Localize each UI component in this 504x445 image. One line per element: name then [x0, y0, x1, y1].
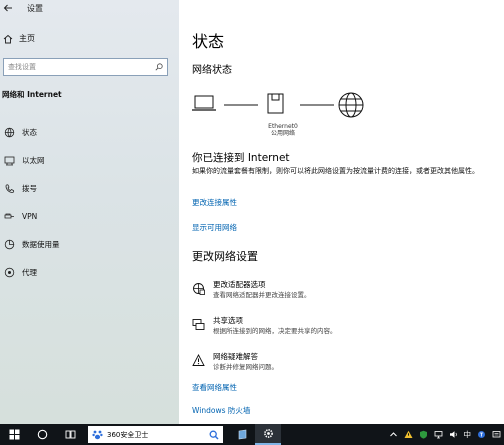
taskbar-search-input[interactable] [107, 430, 209, 439]
connected-description: 如果你的流量套餐有限制，则你可以将此网络设置为按流量计费的连接，或者更改其他属性… [192, 167, 479, 175]
data-usage-icon [4, 239, 15, 249]
option-troubleshoot[interactable]: 网络疑难解答 诊断并修复网络问题。 [192, 352, 278, 372]
ethernet-icon [4, 156, 15, 165]
globe-icon [338, 92, 364, 118]
laptop-icon [192, 95, 216, 111]
adapter-name: Ethernet0 [268, 123, 298, 130]
taskbar-app-settings[interactable] [255, 424, 281, 445]
sidebar-item-label: 状态 [22, 127, 37, 137]
sidebar: 设置 主页 网络和 Internet 状态 以太网 [0, 0, 179, 424]
option-title: 更改适配器选项 [213, 280, 266, 289]
windows-firewall-link[interactable]: Windows 防火墙 [192, 405, 250, 416]
sidebar-item-data-usage[interactable]: 数据使用量 [0, 230, 179, 258]
adapter-icon [193, 283, 205, 295]
gear-icon [263, 429, 273, 438]
chevron-up-icon[interactable] [389, 430, 398, 439]
task-view-icon [65, 430, 75, 439]
notification-icon[interactable] [492, 430, 501, 439]
vpn-icon [4, 213, 14, 218]
sidebar-item-vpn[interactable]: VPN [0, 202, 179, 230]
home-link[interactable]: 主页 [3, 33, 35, 44]
network-status-title: 网络状态 [192, 65, 232, 76]
search-icon[interactable] [155, 63, 163, 71]
search-icon[interactable] [209, 430, 219, 440]
nav-list: 状态 以太网 拨号 VPN 数据使用量 代理 [0, 118, 179, 286]
title-bar: 设置 [0, 0, 43, 16]
option-description: 查看网络适配器并更改连接设置。 [213, 291, 311, 299]
sidebar-item-label: 拨号 [22, 183, 37, 193]
connected-heading: 你已连接到 Internet [192, 152, 290, 164]
home-label: 主页 [19, 34, 35, 43]
settings-search-input[interactable] [8, 63, 155, 71]
view-network-properties-link[interactable]: 查看网络属性 [192, 382, 237, 393]
page-title: 状态 [192, 32, 225, 51]
option-title: 共享选项 [213, 316, 243, 325]
network-icon[interactable] [434, 430, 443, 439]
back-arrow-icon[interactable] [3, 3, 13, 13]
option-sharing[interactable]: 共享选项 根据所连接到的网络，决定要共享的内容。 [192, 316, 337, 336]
cortana-circle-icon [37, 429, 47, 440]
volume-icon[interactable] [449, 430, 458, 439]
option-description: 根据所连接到的网络，决定要共享的内容。 [213, 327, 337, 335]
section-title: 网络和 Internet [2, 90, 62, 99]
sidebar-item-proxy[interactable]: 代理 [0, 258, 179, 286]
security-shield-icon[interactable] [419, 430, 428, 439]
change-connection-properties-link[interactable]: 更改连接属性 [192, 197, 237, 208]
adapter-label: Ethernet0 公用网络 [263, 123, 303, 137]
option-title: 网络疑难解答 [213, 352, 258, 361]
system-tray: 中 [386, 424, 504, 445]
dialup-icon [5, 183, 15, 193]
start-button[interactable] [0, 424, 28, 445]
taskbar-search-box[interactable] [88, 426, 223, 443]
ethernet-port-icon [267, 93, 284, 114]
option-description: 诊断并修复网络问题。 [213, 363, 278, 371]
cortana-button[interactable] [28, 424, 56, 445]
sidebar-item-label: 数据使用量 [22, 239, 60, 249]
home-network-icon [4, 127, 15, 137]
show-available-networks-link[interactable]: 显示可用网络 [192, 222, 237, 233]
window-title: 设置 [27, 3, 43, 13]
sidebar-item-label: 代理 [22, 267, 37, 277]
sharing-icon [192, 319, 205, 330]
alert-icon[interactable] [404, 430, 413, 439]
app-tile-icon [238, 429, 246, 440]
proxy-icon [4, 267, 15, 277]
change-network-settings-heading: 更改网络设置 [192, 250, 258, 263]
sidebar-item-ethernet[interactable]: 以太网 [0, 146, 179, 174]
home-icon [3, 34, 13, 43]
warning-icon [192, 354, 205, 366]
option-change-adapter[interactable]: 更改适配器选项 查看网络适配器并更改连接设置。 [192, 280, 311, 300]
network-type: 公用网络 [270, 130, 295, 137]
task-view-button[interactable] [56, 424, 84, 445]
sidebar-item-status[interactable]: 状态 [0, 118, 179, 146]
taskbar-app-pinned[interactable] [229, 424, 255, 445]
sidebar-item-dialup[interactable]: 拨号 [0, 174, 179, 202]
baidu-paw-icon [92, 430, 103, 440]
taskbar: 中 [0, 424, 504, 445]
input-method-icon[interactable] [477, 430, 486, 439]
sidebar-item-label: VPN [22, 211, 38, 221]
main-content: 状态 网络状态 Ethernet0 公用网络 你已连接到 Internet 如果… [179, 0, 504, 424]
sidebar-item-label: 以太网 [22, 155, 45, 165]
settings-search-box[interactable] [3, 58, 168, 76]
windows-logo-icon [9, 429, 19, 440]
ime-indicator[interactable]: 中 [464, 429, 472, 440]
